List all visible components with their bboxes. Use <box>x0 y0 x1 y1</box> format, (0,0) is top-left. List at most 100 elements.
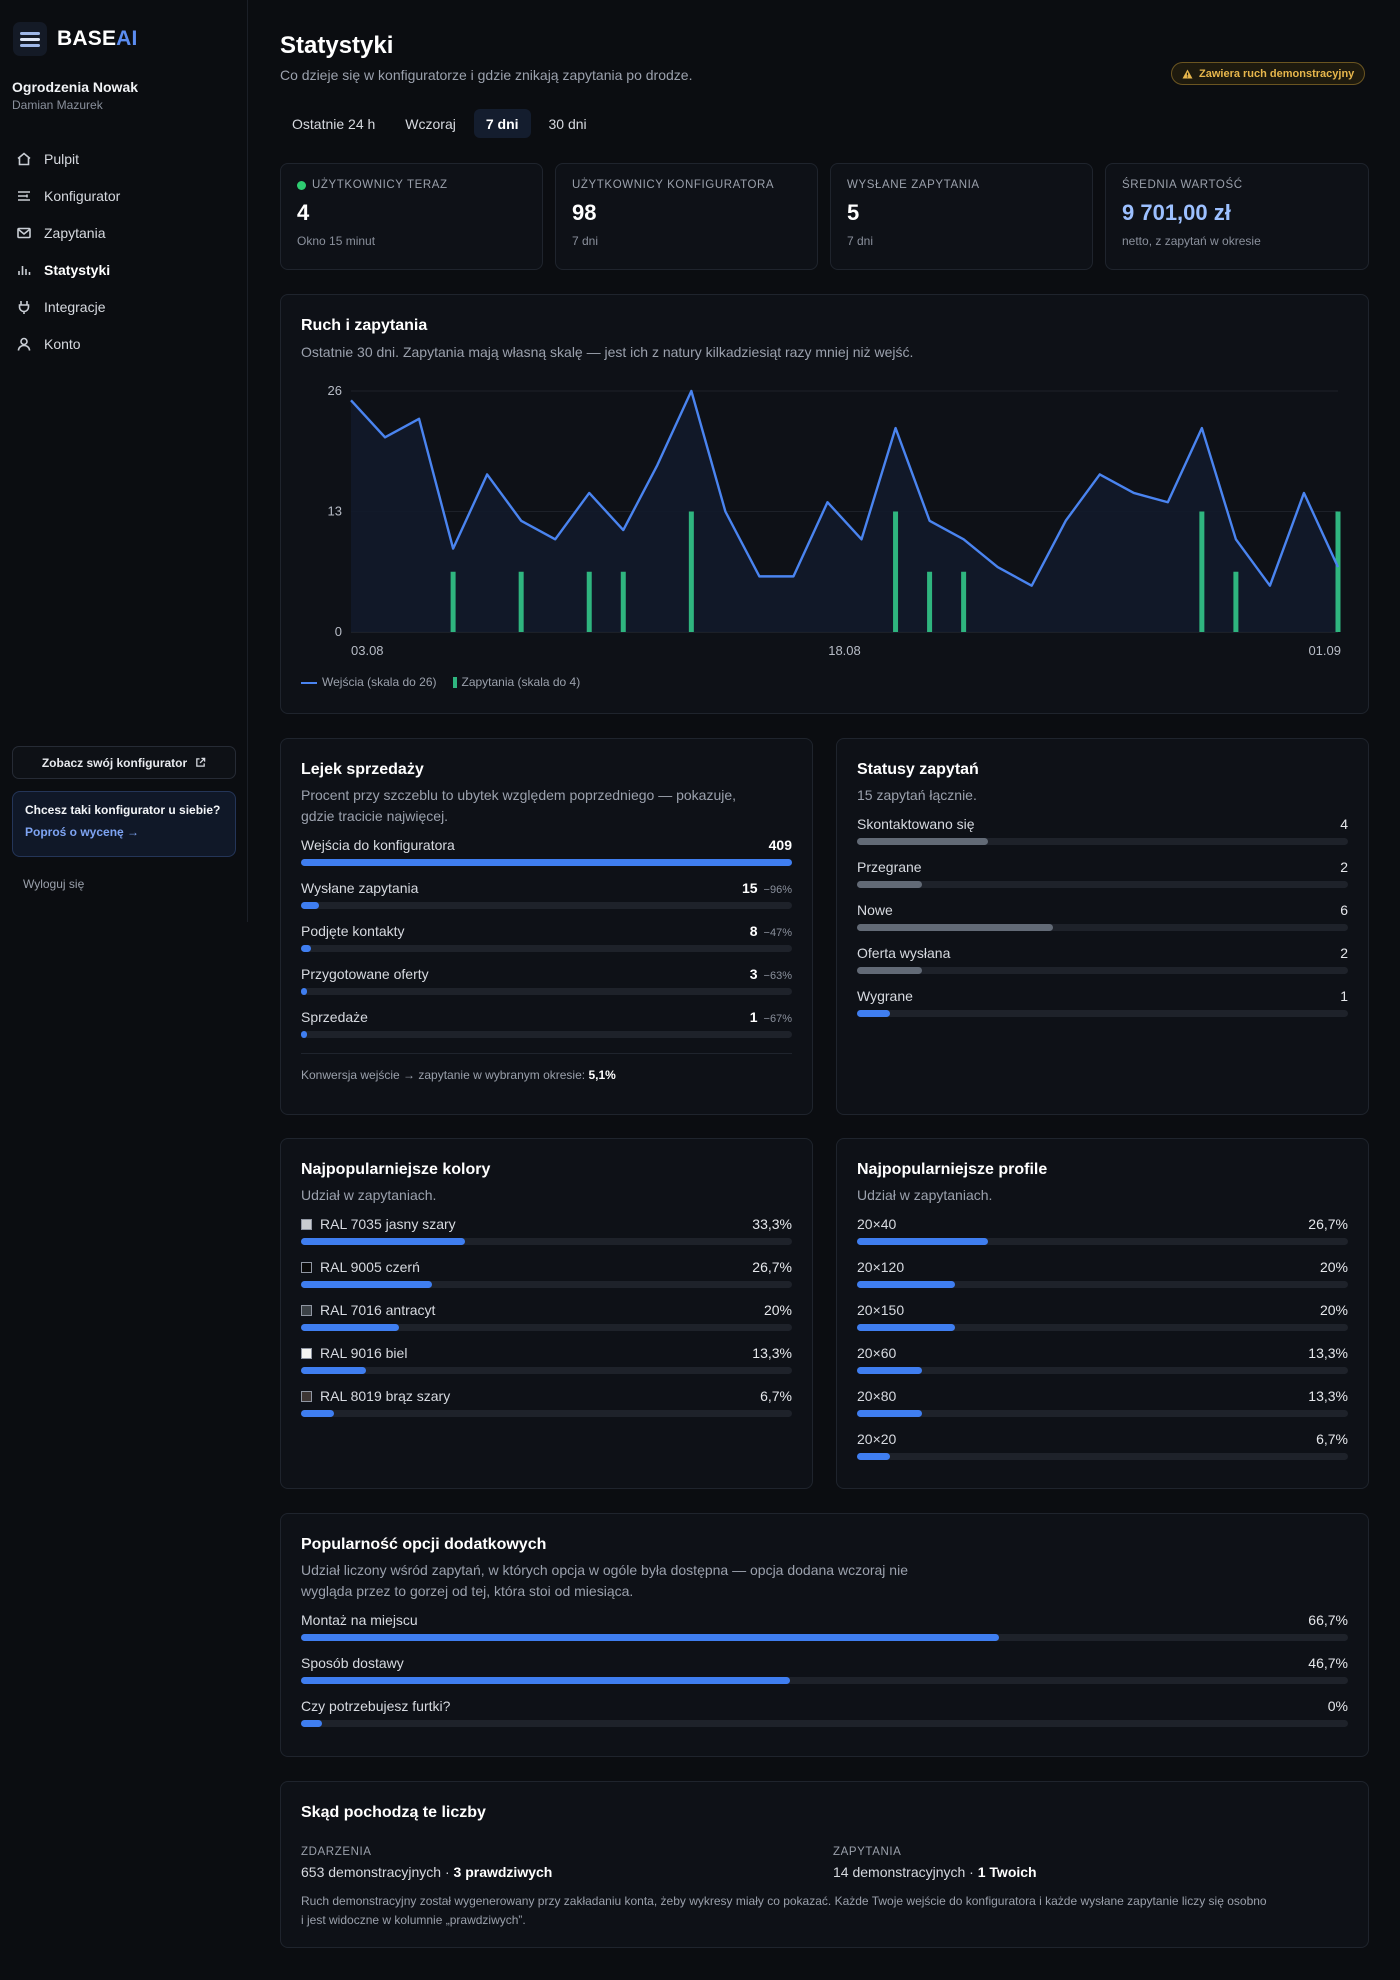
row-value: 20% <box>1319 1302 1348 1318</box>
kpi-value: 98 <box>572 200 597 225</box>
row-value: 0% <box>1327 1698 1348 1714</box>
progress-track <box>301 859 792 866</box>
legend-label: Wejścia (skala do 26) <box>322 675 437 689</box>
sidebar-item-konfigurator[interactable]: Konfigurator <box>12 177 236 214</box>
progress-track <box>301 1634 1348 1641</box>
progress-track <box>301 902 792 909</box>
inquiries-label: ZAPYTANIA <box>833 1846 902 1858</box>
progress-track <box>857 1367 1348 1374</box>
progress-fill <box>301 1238 465 1245</box>
kpi-card-sent-inquiries: WYSŁANE ZAPYTANIA 5 7 dni <box>830 163 1093 270</box>
row-delta: −63% <box>763 970 792 982</box>
user-icon <box>17 337 31 351</box>
popular-profiles-card: Najpopularniejsze profile Udział w zapyt… <box>836 1138 1369 1489</box>
progress-fill <box>301 1324 400 1331</box>
option-rows: Montaż na miejscu 66,7% Sposób dostawy 46,7… <box>301 1612 1348 1741</box>
inquiry-bar <box>1335 511 1341 632</box>
row-value: 6,7% <box>760 1388 792 1404</box>
inquiry-bar <box>586 571 592 632</box>
colors-row: RAL 9005 czerń 26,7% <box>301 1259 792 1302</box>
sidebar-item-statystyki[interactable]: Statystyki <box>12 251 236 288</box>
options-row: Montaż na miejscu 66,7% <box>301 1612 1348 1655</box>
logo[interactable]: BASEAI <box>13 22 138 56</box>
sidebar-item-label: Konfigurator <box>44 187 121 204</box>
inquiry-bar <box>450 571 456 632</box>
funnel-row: Podjęte kontakty 8 −47% <box>301 923 792 966</box>
row-value: 26,7% <box>1308 1216 1348 1232</box>
progress-fill <box>857 1324 956 1331</box>
row-value: 2 <box>1340 859 1348 875</box>
legend-label: Zapytania (skala do 4) <box>461 675 581 689</box>
page-title: Statystyki <box>280 32 394 59</box>
organization-name: Ogrodzenia Nowak <box>12 79 139 95</box>
progress-fill <box>301 1367 367 1374</box>
row-label: 20×120 <box>857 1259 905 1275</box>
progress-fill <box>301 1281 433 1288</box>
row-label: RAL 9005 czerń <box>320 1259 420 1275</box>
row-value: 409 <box>768 837 792 853</box>
card-title: Najpopularniejsze profile <box>857 1161 1048 1178</box>
see-configurator-button[interactable]: Zobacz swój konfigurator <box>12 746 236 779</box>
card-subtitle: Udział liczony wśród zapytań, w których … <box>301 1562 908 1578</box>
tab-yesterday[interactable]: Wczoraj <box>393 109 468 138</box>
options-row: Sposób dostawy 46,7% <box>301 1655 1348 1698</box>
row-value: 2 <box>1340 945 1348 961</box>
bar-chart-icon <box>18 265 31 275</box>
progress-fill <box>857 1010 890 1017</box>
sliders-icon <box>18 190 30 201</box>
color-swatch-icon <box>301 1347 312 1359</box>
sidebar-item-integracje[interactable]: Integracje <box>12 288 236 325</box>
progress-fill <box>857 924 1054 931</box>
tab-30-days[interactable]: 30 dni <box>537 109 599 138</box>
sidebar-item-label: Pulpit <box>44 150 80 167</box>
bar-legend-icon <box>452 677 457 689</box>
row-label: Przegrane <box>857 859 922 875</box>
row-value: 13,3% <box>1308 1388 1348 1404</box>
sidebar-item-zapytania[interactable]: Zapytania <box>12 214 236 251</box>
row-value: 15 <box>741 880 758 896</box>
card-title: Ruch i zapytania <box>301 317 428 334</box>
row-value: 13,3% <box>1308 1345 1348 1361</box>
row-label: RAL 8019 brąz szary <box>320 1388 451 1404</box>
row-label: 20×60 <box>857 1345 897 1361</box>
progress-fill <box>301 945 311 952</box>
events-label: ZDARZENIA <box>301 1846 372 1858</box>
colors-row: RAL 8019 brąz szary 6,7% <box>301 1388 792 1431</box>
kpi-note: 7 dni <box>847 234 874 248</box>
kpi-note: 7 dni <box>572 234 599 248</box>
kpi-card-configurator-users: UŻYTKOWNICY KONFIGURATORA 98 7 dni <box>555 163 818 270</box>
progress-track <box>301 1677 1348 1684</box>
tab-7-days[interactable]: 7 dni <box>473 109 531 138</box>
progress-track <box>857 838 1348 845</box>
events-demo-count: 653 demonstracyjnych · <box>301 1864 454 1880</box>
kpi-label: UŻYTKOWNICY KONFIGURATORA <box>572 179 775 191</box>
funnel-rows: Wejścia do konfiguratora 409 Wysłane zapyt… <box>301 837 792 1052</box>
row-value: 1 <box>1340 988 1348 1004</box>
color-swatch-icon <box>301 1261 312 1273</box>
request-quote-link[interactable]: Poproś o wycenę → <box>25 825 223 839</box>
sidebar-item-konto[interactable]: Konto <box>12 325 236 362</box>
logout-link[interactable]: Wyloguj się <box>23 877 84 891</box>
row-label: Czy potrzebujesz furtki? <box>301 1698 451 1714</box>
external-link-icon <box>196 757 206 767</box>
kpi-label: ŚREDNIA WARTOŚĆ <box>1122 179 1243 191</box>
row-value: 1 <box>749 1009 758 1025</box>
tab-24h[interactable]: Ostatnie 24 h <box>280 109 387 138</box>
status-rows: Skontaktowano się 4 Przegrane 2 Nowe 6 Oferta … <box>857 816 1348 1031</box>
statuses-row: Skontaktowano się 4 <box>857 816 1348 859</box>
row-value: 6 <box>1340 902 1348 918</box>
row-label: 20×80 <box>857 1388 897 1404</box>
funnel-row: Sprzedaże 1 −67% <box>301 1009 792 1052</box>
kpi-note: netto, z zapytań w okresie <box>1122 234 1261 248</box>
kpi-card-average-value: ŚREDNIA WARTOŚĆ 9 701,00 zł netto, z zap… <box>1105 163 1369 270</box>
card-subtitle: gdzie tracicie najwięcej. <box>301 808 449 824</box>
divider <box>301 1053 792 1054</box>
kpi-value: 5 <box>847 200 860 225</box>
row-delta: −67% <box>763 1013 792 1025</box>
mail-icon <box>17 227 31 238</box>
logo-icon <box>13 22 47 56</box>
sidebar-item-pulpit[interactable]: Pulpit <box>12 140 236 177</box>
row-value: 33,3% <box>752 1216 792 1232</box>
row-value: 66,7% <box>1308 1612 1348 1628</box>
row-label: 20×20 <box>857 1431 897 1447</box>
